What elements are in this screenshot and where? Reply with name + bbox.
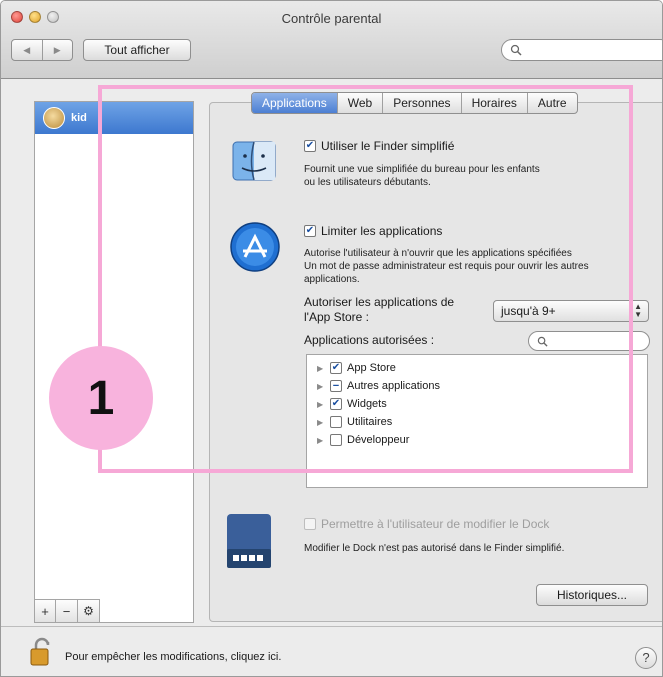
- tab-bar: Applications Web Personnes Horaires Autr…: [251, 92, 578, 114]
- parental-controls-window: Contrôle parental ◀ ▶ Tout afficher kid …: [0, 0, 663, 677]
- disclosure-triangle-icon[interactable]: ▶: [317, 382, 325, 391]
- app-label: Widgets: [347, 398, 387, 410]
- back-forward-control: ◀ ▶: [11, 39, 73, 61]
- list-item[interactable]: ▶ Widgets: [317, 395, 387, 413]
- app-store-icon: [230, 222, 280, 272]
- tab-personnes[interactable]: Personnes: [383, 93, 462, 113]
- app-label: Autres applications: [347, 380, 440, 392]
- simple-finder-label: Utiliser le Finder simplifié: [321, 139, 455, 153]
- forward-arrow-icon[interactable]: ▶: [43, 40, 73, 60]
- limit-apps-desc-line1: Autorise l'utilisateur à n'ouvrir que le…: [304, 248, 572, 259]
- search-icon: [510, 44, 522, 56]
- modify-dock-label: Permettre à l'utilisateur de modifier le…: [321, 517, 550, 531]
- gear-icon[interactable]: ⚙: [78, 599, 100, 623]
- list-item[interactable]: ▶ Autres applications: [317, 377, 440, 395]
- modify-dock-checkbox-row[interactable]: Permettre à l'utilisateur de modifier le…: [304, 517, 549, 531]
- annotation-number-badge: 1: [49, 346, 153, 450]
- app-label: App Store: [347, 362, 396, 374]
- preferences-search-field[interactable]: [501, 39, 662, 61]
- disclosure-triangle-icon[interactable]: ▶: [317, 418, 325, 427]
- app-label: Utilitaires: [347, 416, 393, 428]
- dock-icon: [227, 514, 271, 568]
- simple-finder-description: Fournit une vue simplifiée du bureau pou…: [304, 163, 540, 189]
- user-list-item-kid[interactable]: kid: [35, 102, 193, 134]
- lock-message: Pour empêcher les modifications, cliquez…: [65, 651, 282, 663]
- list-item[interactable]: ▶ Développeur: [317, 431, 409, 449]
- limit-apps-label: Limiter les applications: [321, 224, 443, 238]
- app-checkbox[interactable]: [330, 380, 342, 392]
- show-all-button[interactable]: Tout afficher: [83, 39, 191, 61]
- limit-apps-desc-line3: applications.: [304, 274, 360, 285]
- limit-apps-checkbox-row[interactable]: Limiter les applications: [304, 224, 442, 238]
- tab-applications[interactable]: Applications: [252, 93, 338, 113]
- tab-horaires[interactable]: Horaires: [462, 93, 528, 113]
- disclosure-triangle-icon[interactable]: ▶: [317, 364, 325, 373]
- limit-apps-description: Autorise l'utilisateur à n'ouvrir que le…: [304, 247, 654, 286]
- user-list-tools: + − ⚙: [34, 599, 100, 623]
- appstore-age-popup[interactable]: jusqu'à 9+ ▲ ▼: [493, 300, 649, 322]
- disclosure-triangle-icon[interactable]: ▶: [317, 436, 325, 445]
- add-user-button[interactable]: +: [34, 599, 56, 623]
- search-icon: [537, 336, 548, 347]
- modify-dock-checkbox[interactable]: [304, 518, 316, 530]
- tab-web[interactable]: Web: [338, 93, 384, 113]
- user-avatar: [43, 107, 65, 129]
- popup-arrows-icon: ▲ ▼: [634, 302, 642, 319]
- app-label: Développeur: [347, 434, 410, 446]
- simple-finder-checkbox[interactable]: [304, 140, 316, 152]
- app-checkbox[interactable]: [330, 398, 342, 410]
- app-checkbox[interactable]: [330, 362, 342, 374]
- allowed-apps-list[interactable]: ▶ App Store ▶ Autres applications ▶ Widg…: [306, 354, 648, 488]
- tab-autre[interactable]: Autre: [528, 93, 577, 113]
- limit-apps-checkbox[interactable]: [304, 225, 316, 237]
- user-name: kid: [71, 112, 87, 124]
- modify-dock-description: Modifier le Dock n'est pas autorisé dans…: [304, 543, 565, 554]
- finder-icon: [232, 141, 276, 181]
- logs-button[interactable]: Historiques...: [536, 584, 648, 606]
- app-checkbox[interactable]: [330, 416, 342, 428]
- allowed-apps-search-field[interactable]: [528, 331, 650, 351]
- appstore-limit-label-line1: Autoriser les applications de: [304, 295, 455, 309]
- simple-finder-checkbox-row[interactable]: Utiliser le Finder simplifié: [304, 139, 454, 153]
- lock-icon[interactable]: [29, 637, 55, 667]
- simple-finder-desc-line2: ou les utilisateurs débutants.: [304, 177, 431, 188]
- allowed-apps-label: Applications autorisées :: [304, 333, 435, 347]
- list-item[interactable]: ▶ App Store: [317, 359, 396, 377]
- title-bar: Contrôle parental ◀ ▶ Tout afficher: [1, 1, 662, 79]
- limit-apps-desc-line2: Un mot de passe administrateur est requi…: [304, 261, 589, 272]
- appstore-limit-label-line2: l'App Store :: [304, 310, 369, 324]
- window-title: Contrôle parental: [281, 11, 382, 26]
- app-checkbox[interactable]: [330, 434, 342, 446]
- appstore-age-value: jusqu'à 9+: [501, 304, 556, 318]
- help-button[interactable]: ?: [635, 647, 657, 669]
- list-item[interactable]: ▶ Utilitaires: [317, 413, 392, 431]
- back-arrow-icon[interactable]: ◀: [12, 40, 43, 60]
- simple-finder-desc-line1: Fournit une vue simplifiée du bureau pou…: [304, 164, 540, 175]
- remove-user-button[interactable]: −: [56, 599, 78, 623]
- appstore-limit-label: Autoriser les applications de l'App Stor…: [304, 295, 454, 325]
- disclosure-triangle-icon[interactable]: ▶: [317, 400, 325, 409]
